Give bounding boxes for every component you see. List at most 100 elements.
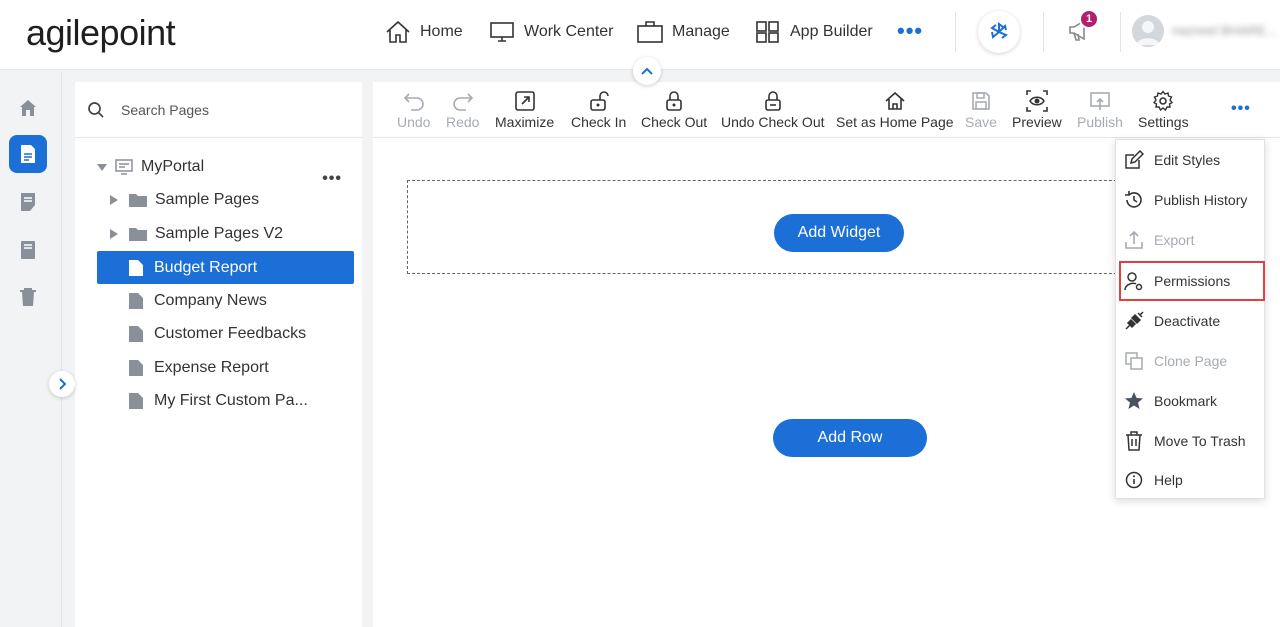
tree-item-label: Expense Report [154, 358, 269, 376]
publish-label: Publish [1077, 114, 1123, 130]
book-icon [19, 240, 37, 260]
menu-item-label: Move To Trash [1154, 433, 1246, 449]
nav-manage[interactable]: Manage [637, 17, 730, 47]
rail-forms[interactable] [9, 183, 47, 221]
tree-page-expense-report[interactable]: Expense Report [97, 351, 354, 384]
pages-tree-panel: MyPortal ••• Sample Pages Sample Pages V… [75, 82, 362, 627]
menu-item-edit-styles[interactable]: Edit Styles [1116, 140, 1264, 180]
folder-icon [128, 192, 148, 208]
tree-page-customer-feedbacks[interactable]: Customer Feedbacks [97, 317, 354, 350]
folder-icon [128, 226, 148, 242]
gear-icon [1152, 90, 1174, 112]
menu-item-label: Publish History [1154, 192, 1248, 208]
nav-more-button[interactable]: ••• [897, 20, 923, 42]
rail-pages[interactable] [9, 135, 47, 173]
tree-folder-sample-pages-v2[interactable]: Sample Pages V2 [109, 217, 354, 250]
agilepoint-logo[interactable]: agilepoint [26, 12, 176, 54]
menu-item-permissions[interactable]: Permissions [1119, 261, 1265, 301]
nav-work-center[interactable]: Work Center [489, 17, 614, 47]
user-name[interactable]: nazneel BHARE... [1172, 23, 1277, 38]
undo-button[interactable]: Undo [397, 90, 430, 130]
undo-check-out-label: Undo Check Out [721, 114, 825, 130]
tree-page-my-first-custom-page[interactable]: My First Custom Pa... [97, 384, 354, 417]
add-row-button[interactable]: Add Row [773, 419, 927, 457]
toolbar-more-button[interactable]: ••• [1231, 100, 1251, 118]
portal-icon [115, 158, 133, 175]
lock-icon [664, 90, 684, 112]
menu-item-bookmark[interactable]: Bookmark [1116, 381, 1264, 421]
search-input[interactable] [121, 99, 341, 121]
avatar[interactable] [1132, 15, 1164, 47]
search-bar [75, 82, 362, 138]
menu-item-export[interactable]: Export [1116, 220, 1264, 260]
menu-item-label: Help [1154, 472, 1183, 488]
page-icon [128, 259, 144, 277]
rail-home[interactable] [9, 89, 47, 127]
maximize-label: Maximize [495, 114, 555, 130]
menu-item-deactivate[interactable]: Deactivate [1116, 301, 1264, 341]
nav-app-builder[interactable]: App Builder [755, 17, 873, 47]
star-icon [1114, 391, 1154, 411]
info-icon [1114, 471, 1154, 489]
menu-item-clone-page[interactable]: Clone Page [1116, 341, 1264, 381]
check-in-button[interactable]: Check In [571, 90, 626, 130]
ai-assistant-button[interactable] [978, 11, 1020, 53]
collapse-header-button[interactable] [633, 57, 661, 85]
tree-root-myportal[interactable]: MyPortal [97, 150, 354, 183]
rail-library[interactable] [9, 231, 47, 269]
edit-icon [1114, 150, 1154, 170]
undo-check-out-button[interactable]: Undo Check Out [721, 90, 825, 130]
nav-home[interactable]: Home [385, 17, 463, 47]
menu-item-label: Bookmark [1154, 393, 1218, 409]
tree-page-budget-report[interactable]: Budget Report [97, 251, 354, 284]
trash-icon [19, 287, 37, 307]
rail-trash[interactable] [9, 278, 47, 316]
history-icon [1114, 190, 1154, 210]
expand-sidebar-button[interactable] [49, 371, 75, 397]
preview-label: Preview [1012, 114, 1062, 130]
tree-item-label: My First Custom Pa... [154, 391, 308, 409]
notification-badge: 1 [1079, 9, 1099, 29]
menu-item-label: Deactivate [1154, 313, 1221, 329]
page-icon [19, 144, 37, 164]
menu-item-help[interactable]: Help [1116, 460, 1264, 500]
save-button[interactable]: Save [965, 90, 997, 130]
set-home-page-button[interactable]: Set as Home Page [836, 90, 954, 130]
divider [1120, 12, 1121, 52]
lock-undo-icon [762, 90, 784, 112]
menu-item-publish-history[interactable]: Publish History [1116, 180, 1264, 220]
nav-work-center-label: Work Center [524, 23, 614, 40]
nav-home-label: Home [420, 23, 463, 40]
divider [1043, 12, 1044, 52]
redo-button[interactable]: Redo [446, 90, 479, 130]
editor-toolbar: Undo Redo Maximize Check In Check Out Un… [373, 82, 1280, 138]
menu-item-label: Edit Styles [1154, 152, 1221, 168]
preview-button[interactable]: Preview [1012, 90, 1062, 130]
briefcase-icon [637, 20, 663, 44]
user-settings-icon [1114, 271, 1154, 291]
clone-icon [1114, 351, 1154, 371]
settings-button[interactable]: Settings [1138, 90, 1189, 130]
settings-label: Settings [1138, 114, 1189, 130]
maximize-button[interactable]: Maximize [495, 90, 554, 130]
add-widget-button[interactable]: Add Widget [774, 214, 904, 252]
export-icon [1114, 230, 1154, 250]
grid-icon [755, 20, 781, 44]
page-icon [128, 325, 144, 343]
tree-item-label: Customer Feedbacks [154, 324, 307, 342]
divider [955, 12, 956, 52]
tree-folder-sample-pages[interactable]: Sample Pages [109, 183, 354, 216]
save-icon [971, 90, 991, 112]
menu-item-move-to-trash[interactable]: Move To Trash [1116, 421, 1264, 461]
nav-app-builder-label: App Builder [790, 23, 873, 40]
more-options-menu: Edit Styles Publish History Export Permi… [1115, 139, 1265, 499]
redo-icon [452, 90, 474, 112]
chevron-up-icon [641, 67, 653, 75]
tree-item-label: Budget Report [154, 258, 258, 276]
menu-item-label: Export [1154, 232, 1195, 248]
tree-page-company-news[interactable]: Company News [97, 284, 354, 317]
eye-icon [1026, 90, 1048, 112]
redo-label: Redo [446, 114, 480, 130]
check-out-button[interactable]: Check Out [641, 90, 707, 130]
publish-button[interactable]: Publish [1077, 90, 1123, 130]
